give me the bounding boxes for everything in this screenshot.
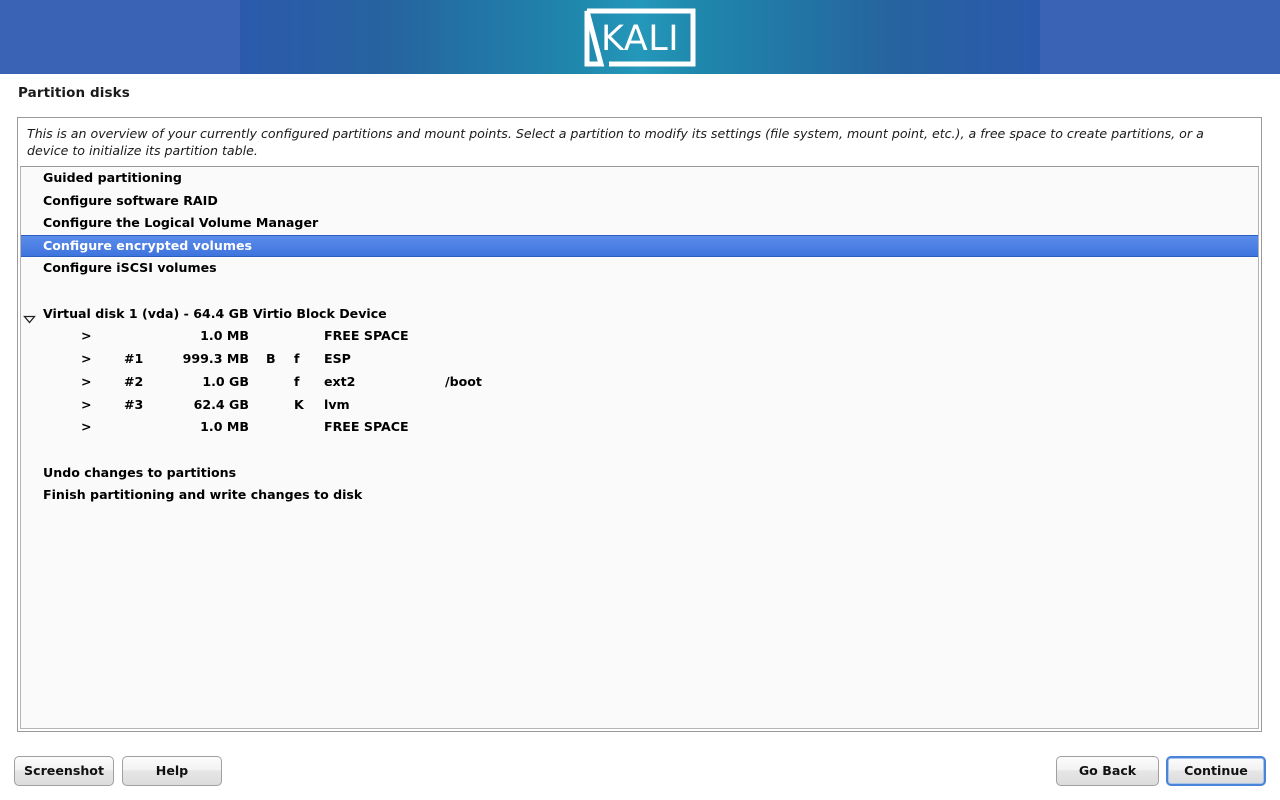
disk-label: Virtual disk 1 (vda) - 64.4 GB Virtio Bl… bbox=[43, 305, 387, 321]
installer-window: KALI Partition disks This is an overview… bbox=[0, 0, 1280, 800]
row-flag-format: f bbox=[294, 373, 300, 389]
row-size: 1.0 GB bbox=[202, 373, 249, 389]
row-size: 1.0 MB bbox=[200, 419, 249, 435]
list-item-label: Guided partitioning bbox=[43, 170, 182, 185]
list-item-configure-iscsi-volumes[interactable]: Configure iSCSI volumes bbox=[21, 257, 1258, 280]
go-back-button[interactable]: Go Back bbox=[1056, 756, 1159, 786]
row-number: #3 bbox=[124, 396, 144, 412]
page-description: This is an overview of your currently co… bbox=[27, 126, 1204, 158]
row-arrow: > bbox=[81, 396, 92, 412]
row-type: FREE SPACE bbox=[324, 419, 409, 435]
row-size: 999.3 MB bbox=[182, 350, 249, 366]
row-number: #2 bbox=[124, 373, 144, 389]
row-size: 62.4 GB bbox=[193, 396, 249, 412]
chevron-down-icon[interactable] bbox=[23, 309, 36, 324]
help-button[interactable]: Help bbox=[122, 756, 222, 786]
continue-button[interactable]: Continue bbox=[1166, 756, 1266, 786]
row-type: ext2 bbox=[324, 373, 356, 389]
table-row[interactable]: > #2 1.0 GB f ext2 /boot bbox=[21, 371, 1258, 394]
svg-text:KALI: KALI bbox=[601, 19, 679, 59]
row-size: 1.0 MB bbox=[200, 328, 249, 344]
kali-banner: KALI bbox=[0, 0, 1280, 74]
screenshot-button[interactable]: Screenshot bbox=[14, 756, 114, 786]
row-type: lvm bbox=[324, 396, 350, 412]
list-item-finish-partitioning[interactable]: Finish partitioning and write changes to… bbox=[21, 484, 1258, 507]
row-flag-format: f bbox=[294, 350, 300, 366]
row-number: #1 bbox=[124, 350, 144, 366]
row-flag-format: K bbox=[294, 396, 304, 412]
list-item-configure-encrypted-volumes[interactable]: Configure encrypted volumes bbox=[21, 234, 1258, 258]
row-flag-boot: B bbox=[266, 350, 276, 366]
page-title: Partition disks bbox=[18, 85, 130, 101]
list-item-configure-software-raid[interactable]: Configure software RAID bbox=[21, 190, 1258, 213]
disk-header-vda[interactable]: Virtual disk 1 (vda) - 64.4 GB Virtio Bl… bbox=[21, 303, 1258, 326]
list-item-undo-changes[interactable]: Undo changes to partitions bbox=[21, 462, 1258, 485]
row-type: FREE SPACE bbox=[324, 328, 409, 344]
list-item-configure-lvm[interactable]: Configure the Logical Volume Manager bbox=[21, 212, 1258, 235]
row-arrow: > bbox=[81, 328, 92, 344]
content-panel: This is an overview of your currently co… bbox=[17, 117, 1262, 732]
list-item-label: Configure the Logical Volume Manager bbox=[43, 215, 319, 231]
list-item-label: Configure iSCSI volumes bbox=[43, 260, 217, 276]
list-item-label: Configure encrypted volumes bbox=[43, 237, 252, 253]
list-item-label: Undo changes to partitions bbox=[43, 464, 237, 480]
table-row[interactable]: > #3 62.4 GB K lvm bbox=[21, 394, 1258, 417]
kali-logo-icon: KALI bbox=[583, 8, 697, 67]
row-type: ESP bbox=[324, 350, 351, 366]
table-row[interactable]: > 1.0 MB FREE SPACE bbox=[21, 416, 1258, 439]
list-item-label: Configure software RAID bbox=[43, 192, 218, 208]
row-mount: /boot bbox=[445, 373, 482, 389]
partition-list[interactable]: Guided partitioning Configure software R… bbox=[20, 166, 1259, 729]
list-item-guided-partitioning[interactable]: Guided partitioning bbox=[21, 167, 1258, 190]
row-arrow: > bbox=[81, 419, 92, 435]
row-arrow: > bbox=[81, 350, 92, 366]
list-item-label: Finish partitioning and write changes to… bbox=[43, 487, 363, 503]
table-row[interactable]: > #1 999.3 MB B f ESP bbox=[21, 348, 1258, 371]
row-arrow: > bbox=[81, 373, 92, 389]
table-row[interactable]: > 1.0 MB FREE SPACE bbox=[21, 325, 1258, 348]
